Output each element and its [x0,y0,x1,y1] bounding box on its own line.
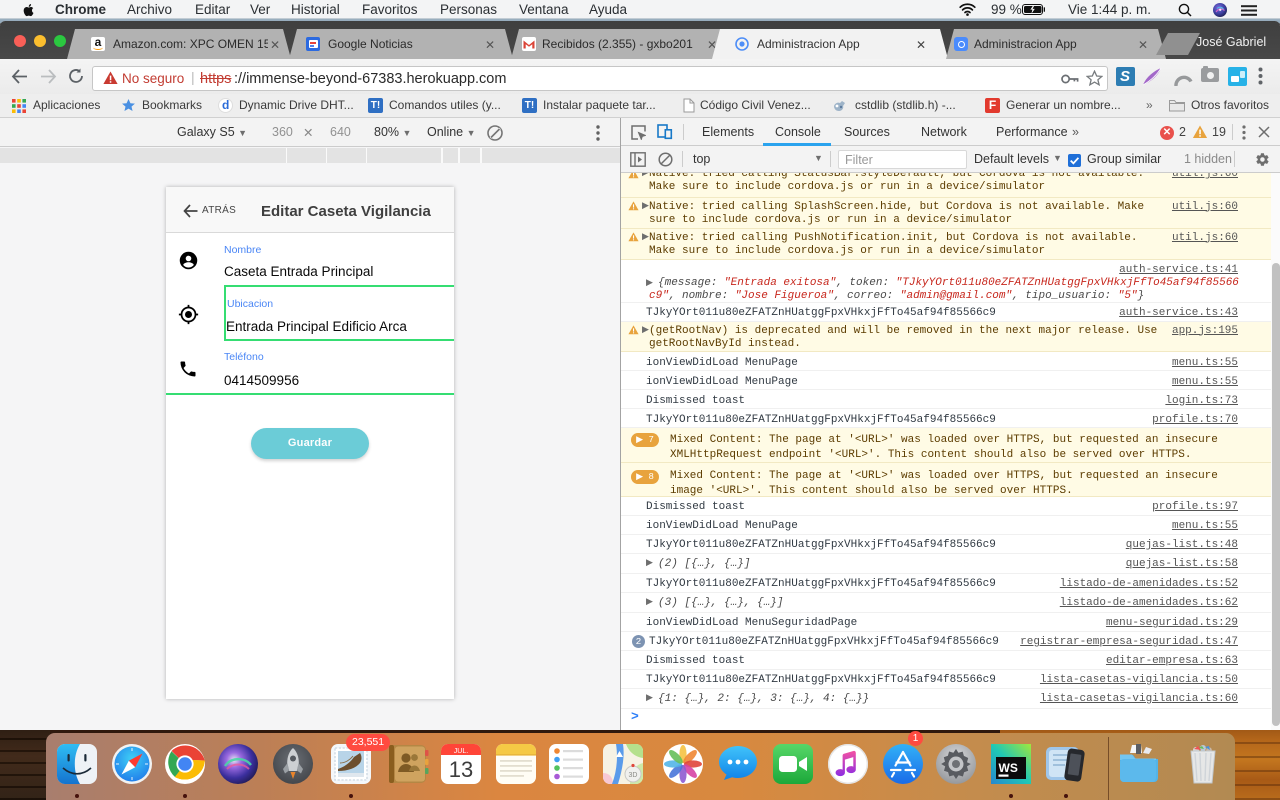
svg-text:3D: 3D [629,772,638,779]
svg-text:WS: WS [999,761,1018,775]
svg-text:13: 13 [449,757,473,782]
svg-text:JUL.: JUL. [454,748,468,755]
